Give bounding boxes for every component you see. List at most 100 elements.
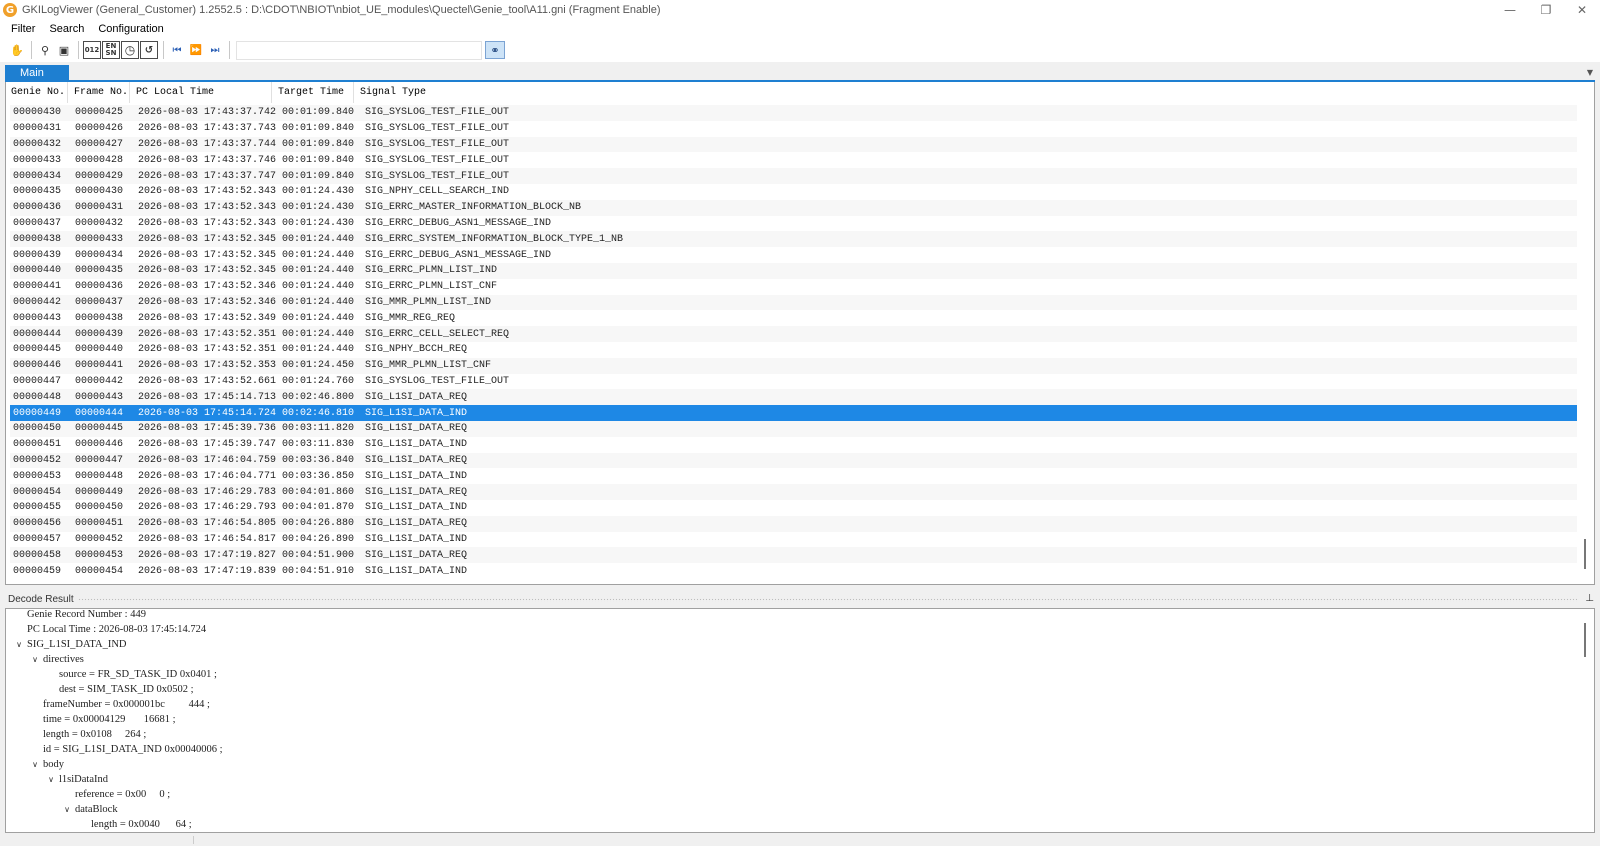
- tab-main[interactable]: Main: [5, 65, 69, 80]
- table-row[interactable]: 00000459 00000454 2026-08-03 17:47:19.839 0…: [10, 563, 1578, 579]
- table-row[interactable]: 00000447 00000442 2026-08-03 17:43:52.661 0…: [10, 374, 1578, 390]
- table-row[interactable]: 00000440 00000435 2026-08-03 17:43:52.345 0…: [10, 262, 1578, 279]
- cell-pc-local-time: 2026-08-03 17:45:39.736: [138, 423, 277, 435]
- table-row[interactable]: 00000435 00000430 2026-08-03 17:43:52.343 0…: [10, 184, 1578, 200]
- cell-target-time: 00:03:11.820: [282, 423, 355, 435]
- column-header-signal-type[interactable]: Signal Type: [354, 82, 1578, 103]
- table-row[interactable]: 00000454 00000449 2026-08-03 17:46:29.783 0…: [10, 484, 1578, 500]
- menu-filter[interactable]: Filter: [4, 23, 42, 35]
- table-row[interactable]: 00000437 00000432 2026-08-03 17:43:52.343 0…: [10, 216, 1578, 232]
- last-icon[interactable]: ⏭: [206, 41, 224, 59]
- cell-pc-local-time: 2026-08-03 17:43:52.353: [138, 360, 277, 372]
- panel-splitter[interactable]: [0, 585, 1600, 591]
- tree-node[interactable]: ∨ directives: [11, 652, 223, 667]
- decode-scrollbar[interactable]: [1577, 609, 1594, 832]
- tree-leaf: dest = SIM_TASK_ID 0x0502 ;: [11, 682, 223, 697]
- table-row[interactable]: 00000432 00000427 2026-08-03 17:43:37.744 0…: [10, 136, 1578, 153]
- table-scrollbar[interactable]: [1577, 82, 1594, 584]
- table-row[interactable]: 00000452 00000447 2026-08-03 17:46:04.759 0…: [10, 452, 1578, 469]
- tree-node[interactable]: ∨ body: [11, 757, 223, 772]
- tree-node[interactable]: ∨ l1siDataInd: [11, 772, 223, 787]
- cell-pc-local-time: 2026-08-03 17:43:52.351: [138, 344, 277, 356]
- tree-text: reference = 0x00 0 ;: [75, 789, 171, 800]
- binoculars-icon[interactable]: ⚭: [485, 41, 505, 59]
- cell-target-time: 00:03:36.840: [282, 454, 355, 466]
- table-row[interactable]: 00000445 00000440 2026-08-03 17:43:52.351 0…: [10, 342, 1578, 358]
- decode-scrollbar-thumb[interactable]: [1584, 623, 1586, 657]
- cell-target-time: 00:01:24.440: [282, 312, 355, 324]
- table-row-selected[interactable]: 00000449 00000444 2026-08-03 17:45:14.724 0…: [10, 405, 1578, 421]
- refresh-icon[interactable]: ↺: [140, 41, 158, 59]
- tab-dropdown-icon[interactable]: ▼: [1587, 68, 1593, 77]
- table-row[interactable]: 00000433 00000428 2026-08-03 17:43:37.746 0…: [10, 152, 1578, 168]
- cell-pc-local-time: 2026-08-03 17:43:52.343: [138, 186, 277, 198]
- tree-node[interactable]: ∨ SIG_L1SI_DATA_IND: [11, 637, 223, 652]
- table-row[interactable]: 00000441 00000436 2026-08-03 17:43:52.346 0…: [10, 279, 1578, 295]
- save-icon[interactable]: ▣: [55, 41, 73, 59]
- cell-genie-no: 00000456: [13, 518, 62, 530]
- cell-signal-type: SIG_SYSLOG_TEST_FILE_OUT: [365, 138, 510, 150]
- panel-grip[interactable]: [77, 597, 1577, 602]
- column-header-target-time[interactable]: Target Time: [272, 82, 354, 103]
- cell-target-time: 00:01:24.450: [282, 360, 355, 372]
- chevron-down-icon[interactable]: ∨: [27, 760, 43, 769]
- tree-leaf: Genie Record Number : 449: [11, 609, 223, 622]
- table-row[interactable]: 00000457 00000452 2026-08-03 17:46:54.817 0…: [10, 532, 1578, 548]
- chevron-down-icon[interactable]: ∨: [27, 655, 43, 664]
- first-icon[interactable]: ⏮: [168, 41, 186, 59]
- cell-signal-type: SIG_L1SI_DATA_IND: [365, 565, 468, 577]
- table-row[interactable]: 00000448 00000443 2026-08-03 17:45:14.713 0…: [10, 389, 1578, 406]
- en-sn-icon[interactable]: EN SN: [102, 41, 120, 59]
- chevron-down-icon[interactable]: ∨: [11, 640, 27, 649]
- table-row[interactable]: 00000450 00000445 2026-08-03 17:45:39.736 0…: [10, 420, 1578, 437]
- table-row[interactable]: 00000439 00000434 2026-08-03 17:43:52.345 0…: [10, 247, 1578, 263]
- table-row[interactable]: 00000446 00000441 2026-08-03 17:43:52.353 0…: [10, 357, 1578, 374]
- chevron-down-icon[interactable]: ∨: [59, 805, 75, 814]
- filter-icon[interactable]: ⚲: [36, 41, 54, 59]
- table-row[interactable]: 00000431 00000426 2026-08-03 17:43:37.743 0…: [10, 121, 1578, 137]
- column-header-frame-no[interactable]: Frame No.: [68, 82, 130, 103]
- hand-icon[interactable]: ✋: [8, 41, 26, 59]
- cell-genie-no: 00000432: [13, 138, 62, 150]
- clock-icon[interactable]: ◷: [121, 41, 139, 59]
- title-bar: G GKILogViewer (General_Customer) 1.2552…: [0, 0, 1600, 20]
- table-row[interactable]: 00000455 00000450 2026-08-03 17:46:29.793 0…: [10, 500, 1578, 516]
- table-row[interactable]: 00000443 00000438 2026-08-03 17:43:52.349 0…: [10, 310, 1578, 326]
- table-scrollbar-thumb[interactable]: [1584, 539, 1586, 569]
- cell-signal-type: SIG_MMR_PLMN_LIST_IND: [365, 296, 492, 308]
- cell-pc-local-time: 2026-08-03 17:47:19.827: [138, 549, 277, 561]
- menu-search[interactable]: Search: [42, 23, 91, 35]
- menu-configuration[interactable]: Configuration: [91, 23, 170, 35]
- table-row[interactable]: 00000458 00000453 2026-08-03 17:47:19.827 0…: [10, 547, 1578, 564]
- column-header-pc-local-time[interactable]: PC Local Time: [130, 82, 272, 103]
- table-row[interactable]: 00000436 00000431 2026-08-03 17:43:52.343 0…: [10, 199, 1578, 216]
- search-input[interactable]: [236, 40, 482, 60]
- table-row[interactable]: 00000456 00000451 2026-08-03 17:46:54.805 0…: [10, 515, 1578, 532]
- cell-signal-type: SIG_L1SI_DATA_REQ: [365, 486, 468, 498]
- close-button[interactable]: ✕: [1564, 0, 1600, 20]
- tree-node[interactable]: ∨ dataBlock: [11, 802, 223, 817]
- next-icon[interactable]: ⏩: [187, 41, 205, 59]
- cell-genie-no: 00000434: [13, 170, 62, 182]
- hex-view-icon[interactable]: 012: [83, 41, 101, 59]
- cell-genie-no: 00000458: [13, 549, 62, 561]
- pin-icon[interactable]: ⊥: [1585, 593, 1594, 604]
- table-row[interactable]: 00000434 00000429 2026-08-03 17:43:37.747 0…: [10, 168, 1578, 184]
- cell-pc-local-time: 2026-08-03 17:45:14.724: [138, 407, 277, 419]
- minimize-button[interactable]: —: [1492, 0, 1528, 20]
- table-row[interactable]: 00000453 00000448 2026-08-03 17:46:04.771 0…: [10, 468, 1578, 484]
- cell-frame-no: 00000439: [75, 328, 124, 340]
- table-row[interactable]: 00000444 00000439 2026-08-03 17:43:52.351 0…: [10, 326, 1578, 342]
- restore-button[interactable]: ❐: [1528, 0, 1564, 20]
- tree-text: directives: [43, 654, 84, 665]
- table-row[interactable]: 00000438 00000433 2026-08-03 17:43:52.345 0…: [10, 231, 1578, 248]
- cell-genie-no: 00000457: [13, 533, 62, 545]
- cell-signal-type: SIG_L1SI_DATA_REQ: [365, 423, 468, 435]
- column-header-genie-no[interactable]: Genie No.: [6, 82, 68, 103]
- table-row[interactable]: 00000442 00000437 2026-08-03 17:43:52.346 0…: [10, 294, 1578, 311]
- cell-frame-no: 00000446: [75, 439, 124, 451]
- table-row[interactable]: 00000430 00000425 2026-08-03 17:43:37.742 0…: [10, 105, 1578, 121]
- table-row[interactable]: 00000451 00000446 2026-08-03 17:45:39.747 0…: [10, 437, 1578, 453]
- cell-genie-no: 00000436: [13, 202, 62, 214]
- chevron-down-icon[interactable]: ∨: [43, 775, 59, 784]
